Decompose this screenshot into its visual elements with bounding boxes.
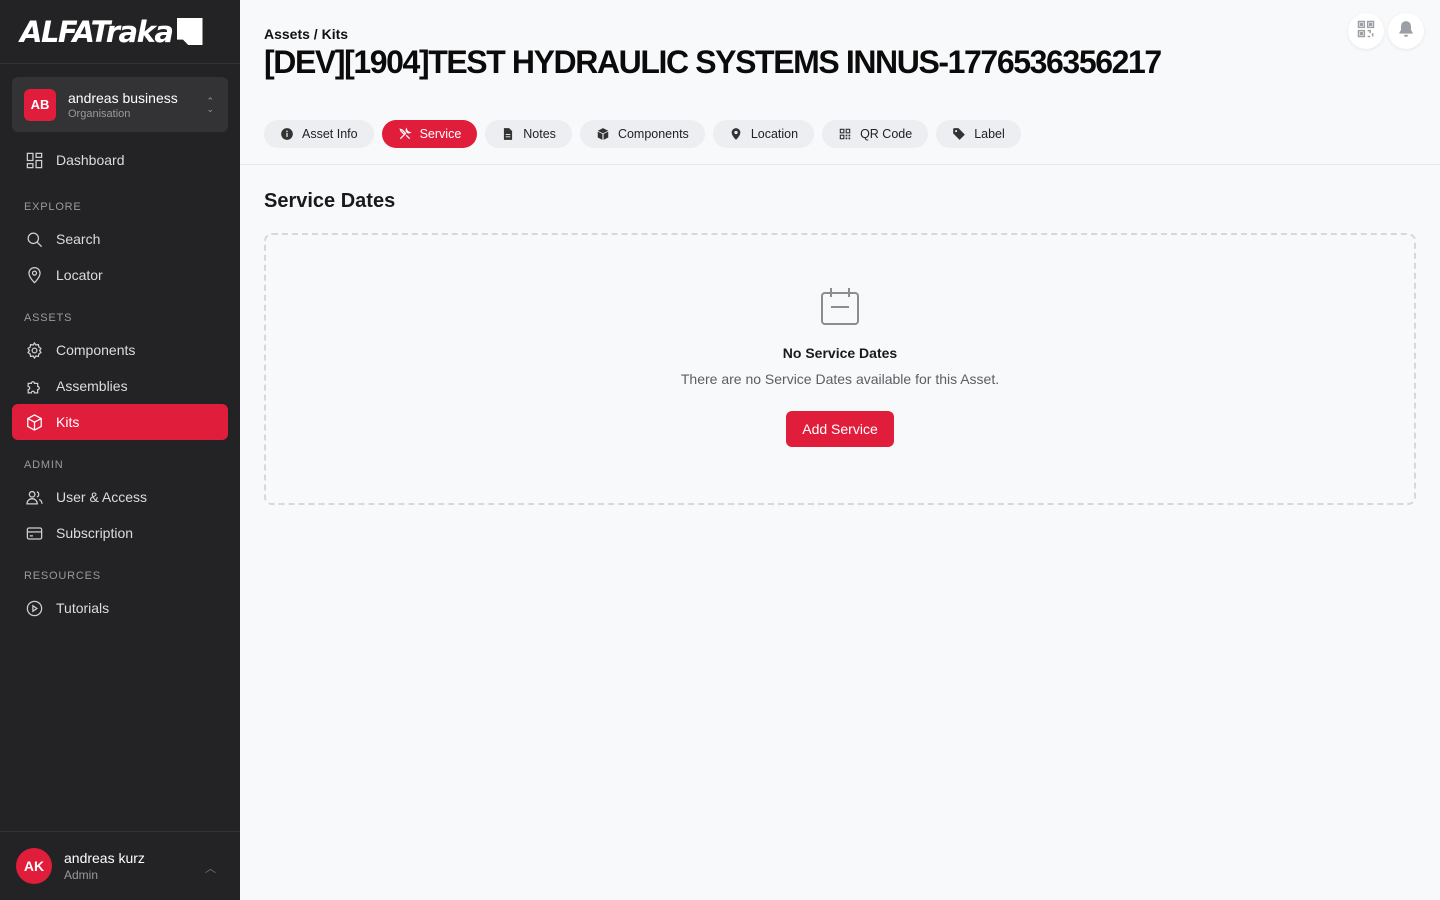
sidebar-item-label: User & Access: [56, 489, 148, 505]
page-header: Assets / Kits [DEV][1904]TEST HYDRAULIC …: [240, 0, 1440, 165]
main-content: Assets / Kits [DEV][1904]TEST HYDRAULIC …: [240, 0, 1440, 900]
dashboard-icon: [24, 150, 44, 170]
section-label-explore: EXPLORE: [24, 201, 82, 213]
chevron-up-icon: ︿: [205, 863, 216, 875]
tab-notes[interactable]: Notes: [485, 120, 572, 148]
sidebar-item-subscription[interactable]: Subscription: [12, 515, 228, 551]
tab-label[interactable]: Label: [936, 120, 1021, 148]
sidebar-item-label: Components: [56, 342, 136, 358]
users-icon: [24, 487, 44, 507]
info-icon: [280, 127, 294, 141]
tools-icon: [398, 127, 412, 141]
sidebar: ALFATraka AB andreas business Organisati…: [0, 0, 240, 900]
tab-label: QR Code: [860, 127, 913, 141]
tab-components[interactable]: Components: [579, 120, 705, 148]
user-avatar: AK: [16, 848, 52, 884]
cube-icon: [24, 412, 44, 432]
sidebar-item-dashboard[interactable]: Dashboard: [12, 142, 228, 178]
empty-state: No Service Dates There are no Service Da…: [264, 233, 1416, 505]
gear-icon: [24, 340, 44, 360]
search-icon: [24, 229, 44, 249]
tab-label: Service: [419, 127, 462, 141]
logo-flag-icon: [176, 18, 203, 45]
asset-tabs: Asset Info Service Notes Components Loca…: [264, 120, 1021, 148]
tab-label: Asset Info: [302, 127, 358, 141]
sidebar-item-label: Locator: [56, 267, 103, 283]
empty-state-description: There are no Service Dates available for…: [680, 371, 1000, 387]
sidebar-item-components[interactable]: Components: [12, 332, 228, 368]
section-title: Service Dates: [264, 190, 396, 212]
qr-code-icon: [838, 127, 852, 141]
sidebar-item-assemblies[interactable]: Assemblies: [12, 368, 228, 404]
section-label-assets: ASSETS: [24, 312, 73, 324]
org-subtitle: Organisation: [68, 107, 131, 120]
user-name: andreas kurz: [64, 850, 145, 866]
sidebar-item-kits[interactable]: Kits: [12, 404, 228, 440]
chevron-up-down-icon: ⌃ ⌄: [206, 96, 214, 114]
tab-label: Notes: [523, 127, 556, 141]
calendar-icon: [818, 285, 862, 329]
empty-state-title: No Service Dates: [782, 345, 898, 361]
document-icon: [501, 127, 515, 141]
qr-scan-button[interactable]: [1348, 13, 1384, 49]
map-pin-icon: [729, 127, 743, 141]
notifications-button[interactable]: [1388, 13, 1424, 49]
sidebar-item-label: Subscription: [56, 525, 134, 541]
play-circle-icon: [24, 598, 44, 618]
tab-qr-code[interactable]: QR Code: [822, 120, 929, 148]
user-menu[interactable]: AK andreas kurz Admin ︿: [0, 831, 240, 900]
logo-text: ALFATraka: [20, 14, 174, 49]
sidebar-item-label: Search: [56, 231, 101, 247]
sidebar-item-label: Dashboard: [56, 152, 125, 168]
org-avatar: AB: [24, 88, 56, 121]
tab-label: Components: [617, 127, 689, 141]
credit-card-icon: [24, 523, 44, 543]
brand-logo[interactable]: ALFATraka: [0, 0, 240, 64]
sidebar-item-user-access[interactable]: User & Access: [12, 479, 228, 515]
tab-service[interactable]: Service: [381, 120, 478, 148]
sidebar-item-label: Tutorials: [56, 600, 110, 616]
section-label-admin: ADMIN: [24, 459, 64, 471]
sidebar-item-label: Assemblies: [56, 378, 128, 394]
tag-icon: [952, 127, 966, 141]
cube-icon: [596, 127, 610, 141]
breadcrumb[interactable]: Assets / Kits: [264, 26, 348, 42]
sidebar-item-label: Kits: [56, 414, 80, 430]
sidebar-item-locator[interactable]: Locator: [12, 257, 228, 293]
qr-code-icon: [1356, 19, 1376, 44]
tab-location[interactable]: Location: [712, 120, 815, 148]
tab-asset-info[interactable]: Asset Info: [264, 120, 374, 148]
org-name: andreas business: [68, 89, 178, 106]
user-role: Admin: [64, 868, 99, 882]
organisation-switcher[interactable]: AB andreas business Organisation ⌃ ⌄: [12, 77, 228, 132]
tab-label-text: Label: [974, 127, 1005, 141]
tab-label: Location: [750, 127, 799, 141]
add-service-button[interactable]: Add Service: [786, 411, 894, 447]
sidebar-item-tutorials[interactable]: Tutorials: [12, 590, 228, 626]
section-label-resources: RESOURCES: [24, 570, 101, 582]
page-title: [DEV][1904]TEST HYDRAULIC SYSTEMS INNUS-…: [264, 44, 1162, 80]
puzzle-icon: [24, 376, 44, 396]
map-pin-icon: [24, 265, 44, 285]
sidebar-item-search[interactable]: Search: [12, 221, 228, 257]
bell-icon: [1396, 19, 1416, 44]
